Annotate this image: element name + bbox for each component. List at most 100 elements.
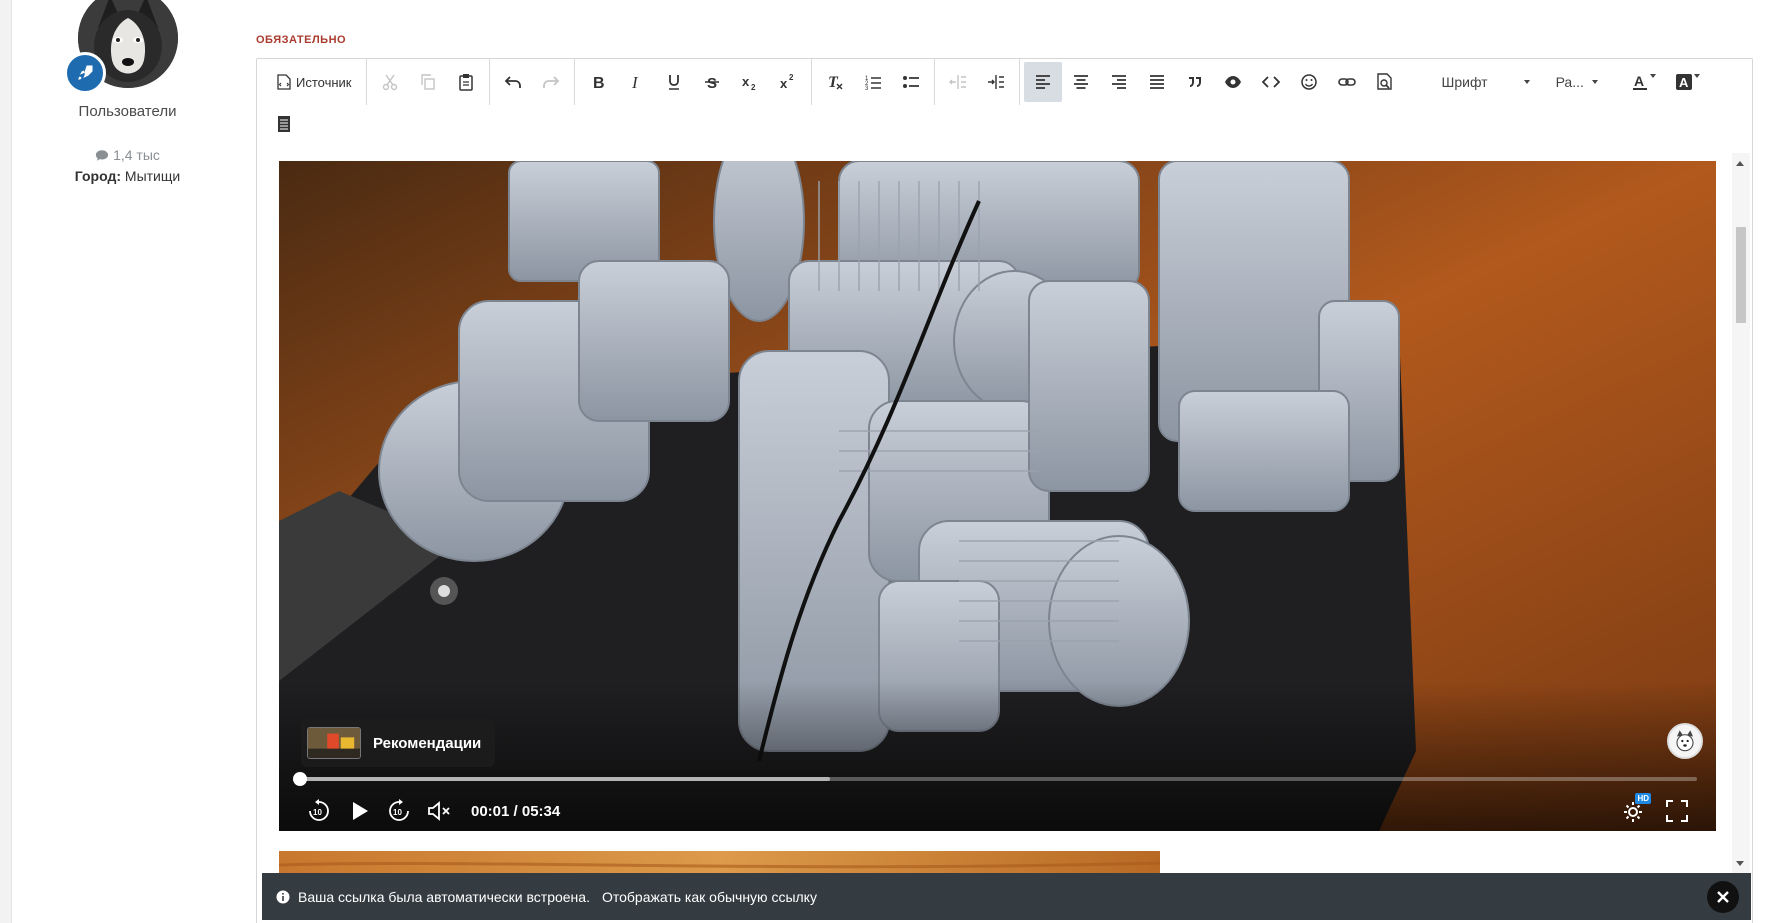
preview-button[interactable]: [1366, 62, 1404, 102]
source-document-icon: [277, 74, 291, 90]
cut-button[interactable]: [371, 62, 409, 102]
play-icon: [353, 802, 368, 820]
redo-button[interactable]: [532, 62, 570, 102]
spoiler-button[interactable]: [1214, 62, 1252, 102]
display-as-link-button[interactable]: Отображать как обычную ссылку: [602, 889, 817, 905]
copy-button[interactable]: [409, 62, 447, 102]
page-break-button[interactable]: [271, 104, 297, 144]
source-button[interactable]: Источник: [267, 62, 362, 102]
quote-icon: [1188, 77, 1201, 87]
align-center-button[interactable]: [1062, 62, 1100, 102]
toolbar-separator: [1018, 59, 1020, 105]
text-color-icon: A: [1632, 73, 1647, 90]
scroll-down-arrow-icon[interactable]: [1736, 861, 1744, 866]
font-family-combo-label: Шрифт: [1441, 74, 1488, 90]
scrollbar-thumb[interactable]: [1736, 227, 1746, 323]
post-count-value: 1,4 тыс: [113, 147, 160, 163]
chevron-down-icon: [1693, 74, 1700, 78]
eye-icon: [1224, 76, 1241, 88]
recommendations-thumbnail-image: [308, 728, 360, 758]
code-icon: [1261, 76, 1280, 88]
svg-text:10: 10: [393, 808, 402, 817]
info-icon: [276, 890, 290, 903]
video-controls: 10 10 00:01 / 05:34 HD: [299, 793, 1697, 829]
indent-icon: [987, 75, 1004, 89]
redo-icon: [542, 76, 559, 88]
bulleted-list-button[interactable]: [892, 62, 930, 102]
rocket-icon: [78, 65, 93, 80]
chevron-down-icon: [1649, 74, 1656, 78]
rewind-10-button[interactable]: 10: [299, 793, 339, 829]
rank-rocket-badge: [64, 52, 106, 94]
channel-logo[interactable]: [1667, 723, 1703, 759]
video-controls-right: HD: [1613, 793, 1697, 829]
emoji-button[interactable]: [1290, 62, 1328, 102]
source-button-label: Источник: [296, 74, 352, 90]
font-size-combo[interactable]: Ра...: [1546, 62, 1608, 102]
numbered-list-button[interactable]: 123: [854, 62, 892, 102]
fullscreen-button[interactable]: [1657, 793, 1697, 829]
strikethrough-button[interactable]: S: [693, 62, 731, 102]
editor-content-area[interactable]: Рекомендации 10 10 00:01 / 05:34 HD: [257, 153, 1752, 923]
underline-icon: [668, 75, 679, 90]
undo-icon: [504, 76, 521, 88]
bold-button[interactable]: B: [579, 62, 617, 102]
city-value: Мытищи: [124, 168, 181, 184]
remove-format-button[interactable]: T: [816, 62, 854, 102]
indent-button[interactable]: [977, 62, 1015, 102]
undo-button[interactable]: [494, 62, 532, 102]
comment-icon: [95, 149, 109, 161]
align-right-button[interactable]: [1100, 62, 1138, 102]
toolbar-row-2: [271, 105, 297, 143]
quality-settings-button[interactable]: HD: [1613, 793, 1653, 829]
link-icon: [1337, 78, 1356, 86]
font-family-combo[interactable]: Шрифт: [1432, 62, 1540, 102]
play-button[interactable]: [339, 793, 379, 829]
recommendations-label: Рекомендации: [373, 734, 482, 752]
background-color-button[interactable]: A: [1662, 62, 1706, 102]
underline-button[interactable]: [655, 62, 693, 102]
superscript-icon: x2: [780, 73, 794, 91]
required-label: ОБЯЗАТЕЛЬНО: [256, 34, 347, 46]
link-button[interactable]: [1328, 62, 1366, 102]
svg-text:x: x: [742, 74, 750, 89]
svg-text:2: 2: [751, 83, 756, 91]
close-icon: [1717, 891, 1729, 903]
close-notice-button[interactable]: [1707, 881, 1739, 913]
scroll-up-arrow-icon[interactable]: [1736, 161, 1744, 166]
toolbar-separator: [810, 59, 812, 105]
paste-button[interactable]: [447, 62, 485, 102]
chevron-down-icon: [1591, 80, 1598, 84]
forward-10-button[interactable]: 10: [379, 793, 419, 829]
mute-button[interactable]: [419, 793, 459, 829]
svg-text:x: x: [780, 76, 788, 91]
superscript-button[interactable]: x2: [769, 62, 807, 102]
clipboard-icon: [458, 74, 473, 91]
outdent-icon: [948, 75, 966, 89]
justify-button[interactable]: [1138, 62, 1176, 102]
text-color-button[interactable]: A: [1618, 62, 1662, 102]
recommendations-button[interactable]: Рекомендации: [301, 719, 496, 767]
outdent-button[interactable]: [939, 62, 977, 102]
left-gutter: [0, 0, 12, 923]
align-left-button[interactable]: [1023, 62, 1062, 102]
code-button[interactable]: [1252, 62, 1290, 102]
svg-text:I: I: [631, 73, 639, 91]
page-break-icon: [278, 116, 290, 132]
post-count[interactable]: 1,4 тыс: [60, 147, 195, 163]
video-time-display: 00:01 / 05:34: [471, 802, 561, 820]
user-group-name: Пользователи: [78, 103, 177, 120]
toolbar-separator: [365, 59, 367, 105]
smiley-icon: [1300, 74, 1317, 90]
svg-text:S: S: [707, 75, 717, 91]
embedded-video-player[interactable]: Рекомендации 10 10 00:01 / 05:34 HD: [279, 161, 1716, 831]
blockquote-button[interactable]: [1176, 62, 1214, 102]
editor-scrollbar[interactable]: [1732, 153, 1750, 873]
rewind-10-icon: 10: [309, 799, 329, 821]
scissors-icon: [382, 74, 397, 91]
subscript-button[interactable]: x2: [731, 62, 769, 102]
video-progress-bar[interactable]: [293, 772, 1697, 786]
chevron-down-icon: [1523, 80, 1530, 84]
progress-scrubber-handle[interactable]: [293, 772, 307, 786]
italic-button[interactable]: I: [617, 62, 655, 102]
